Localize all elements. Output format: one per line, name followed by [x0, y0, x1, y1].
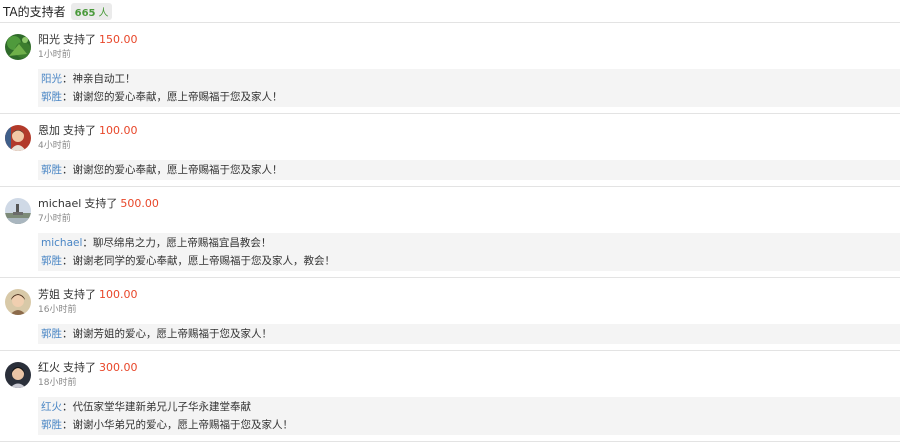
support-time: 7小时前 — [38, 214, 71, 224]
reply-box: 阳光：神亲自动工！ 郭胜：谢谢您的爱心奉献，愿上帝赐福于您及家人！ — [38, 69, 900, 107]
supporter-name[interactable]: 阳光 — [38, 33, 60, 46]
reply-text: ：谢谢您的爱心奉献，愿上帝赐福于您及家人！ — [62, 91, 283, 103]
section-title: TA的支持者 — [3, 4, 66, 19]
reply-line: 郭胜：谢谢您的爱心奉献，愿上帝赐福于您及家人！ — [38, 88, 900, 106]
reply-author[interactable]: 郭胜 — [41, 91, 62, 103]
support-action-text: 支持了 — [63, 124, 96, 137]
support-action-text: 支持了 — [63, 288, 96, 301]
reply-text: ：谢谢芳姐的爱心，愿上帝赐福于您及家人！ — [62, 328, 272, 340]
support-action-text: 支持了 — [63, 361, 96, 374]
support-amount: 100.00 — [99, 124, 138, 137]
reply-author[interactable]: 郭胜 — [41, 328, 62, 340]
supporter-item: 芳姐 支持了 100.00 16小时前 郭胜：谢谢芳姐的爱心，愿上帝赐福于您及家人！ — [0, 278, 900, 351]
reply-line: 红火：代伍家堂华建新弟兄儿子华永建堂奉献 — [38, 398, 900, 416]
avatar[interactable] — [5, 289, 31, 315]
supporter-line: 阳光 支持了 150.00 — [38, 32, 900, 48]
supporter-count-badge: 665 人 — [70, 2, 113, 20]
reply-author[interactable]: 郭胜 — [41, 164, 62, 176]
support-amount: 500.00 — [120, 197, 159, 210]
reply-line: 郭胜：谢谢老同学的爱心奉献，愿上帝赐福于您及家人，教会！ — [38, 252, 900, 270]
reply-author[interactable]: michael — [41, 237, 82, 249]
avatar[interactable] — [5, 125, 31, 151]
supporter-list: 阳光 支持了 150.00 1小时前 阳光：神亲自动工！ 郭胜：谢谢您的爱心奉献，愿… — [0, 23, 900, 442]
reply-author[interactable]: 郭胜 — [41, 419, 62, 431]
supporter-item: 阳光 支持了 150.00 1小时前 阳光：神亲自动工！ 郭胜：谢谢您的爱心奉献，愿… — [0, 23, 900, 114]
reply-line: 郭胜：谢谢芳姐的爱心，愿上帝赐福于您及家人！ — [38, 325, 900, 343]
supporter-count: 665 — [74, 7, 96, 19]
support-time: 18小时前 — [38, 378, 77, 388]
supporter-line: 恩加 支持了 100.00 — [38, 123, 900, 139]
reply-text: ：代伍家堂华建新弟兄儿子华永建堂奉献 — [62, 401, 251, 413]
reply-text: ：谢谢老同学的爱心奉献，愿上帝赐福于您及家人，教会！ — [62, 255, 335, 267]
support-time: 4小时前 — [38, 141, 71, 151]
supporter-item: 恩加 支持了 100.00 4小时前 郭胜：谢谢您的爱心奉献，愿上帝赐福于您及家人！ — [0, 114, 900, 187]
supporter-name[interactable]: michael — [38, 197, 81, 210]
reply-box: 郭胜：谢谢芳姐的爱心，愿上帝赐福于您及家人！ — [38, 324, 900, 344]
reply-box: michael：聊尽绵帛之力，愿上帝赐福宜昌教会！ 郭胜：谢谢老同学的爱心奉献，… — [38, 233, 900, 271]
supporter-item: michael 支持了 500.00 7小时前 michael：聊尽绵帛之力，愿上帝… — [0, 187, 900, 278]
reply-author[interactable]: 郭胜 — [41, 255, 62, 267]
support-amount: 100.00 — [99, 288, 138, 301]
portrait-avatar-icon — [5, 362, 31, 388]
supporter-line: michael 支持了 500.00 — [38, 196, 900, 212]
supporter-line: 红火 支持了 300.00 — [38, 360, 900, 376]
support-time: 1小时前 — [38, 50, 71, 60]
support-time: 16小时前 — [38, 305, 77, 315]
reply-author[interactable]: 红火 — [41, 401, 62, 413]
avatar[interactable] — [5, 34, 31, 60]
reply-line: 阳光：神亲自动工！ — [38, 70, 900, 88]
reply-text: ：谢谢小华弟兄的爱心，愿上帝赐福于您及家人！ — [62, 419, 293, 431]
reply-line: michael：聊尽绵帛之力，愿上帝赐福宜昌教会！ — [38, 234, 900, 252]
reply-line: 郭胜：谢谢小华弟兄的爱心，愿上帝赐福于您及家人！ — [38, 416, 900, 434]
reply-text: ：神亲自动工！ — [62, 73, 136, 85]
reply-line: 郭胜：谢谢您的爱心奉献，愿上帝赐福于您及家人！ — [38, 161, 900, 179]
portrait-avatar-icon — [5, 125, 31, 151]
supporter-name[interactable]: 恩加 — [38, 124, 60, 137]
supporter-count-unit: 人 — [98, 7, 109, 19]
avatar[interactable] — [5, 362, 31, 388]
support-action-text: 支持了 — [63, 33, 96, 46]
supporter-name[interactable]: 红火 — [38, 361, 60, 374]
reply-box: 红火：代伍家堂华建新弟兄儿子华永建堂奉献 郭胜：谢谢小华弟兄的爱心，愿上帝赐福于… — [38, 397, 900, 435]
supporter-item: 红火 支持了 300.00 18小时前 红火：代伍家堂华建新弟兄儿子华永建堂奉献 郭… — [0, 351, 900, 442]
reply-text: ：聊尽绵帛之力，愿上帝赐福宜昌教会！ — [82, 237, 272, 249]
landscape-avatar-icon — [5, 198, 31, 224]
support-amount: 300.00 — [99, 361, 138, 374]
portrait-avatar-icon — [5, 289, 31, 315]
supporters-header: TA的支持者 665 人 — [0, 0, 900, 23]
supporter-line: 芳姐 支持了 100.00 — [38, 287, 900, 303]
avatar[interactable] — [5, 198, 31, 224]
reply-author[interactable]: 阳光 — [41, 73, 62, 85]
reply-box: 郭胜：谢谢您的爱心奉献，愿上帝赐福于您及家人！ — [38, 160, 900, 180]
leaf-green-avatar-icon — [5, 34, 31, 60]
support-action-text: 支持了 — [84, 197, 118, 210]
supporter-name[interactable]: 芳姐 — [38, 288, 60, 301]
support-amount: 150.00 — [99, 33, 138, 46]
reply-text: ：谢谢您的爱心奉献，愿上帝赐福于您及家人！ — [62, 164, 283, 176]
